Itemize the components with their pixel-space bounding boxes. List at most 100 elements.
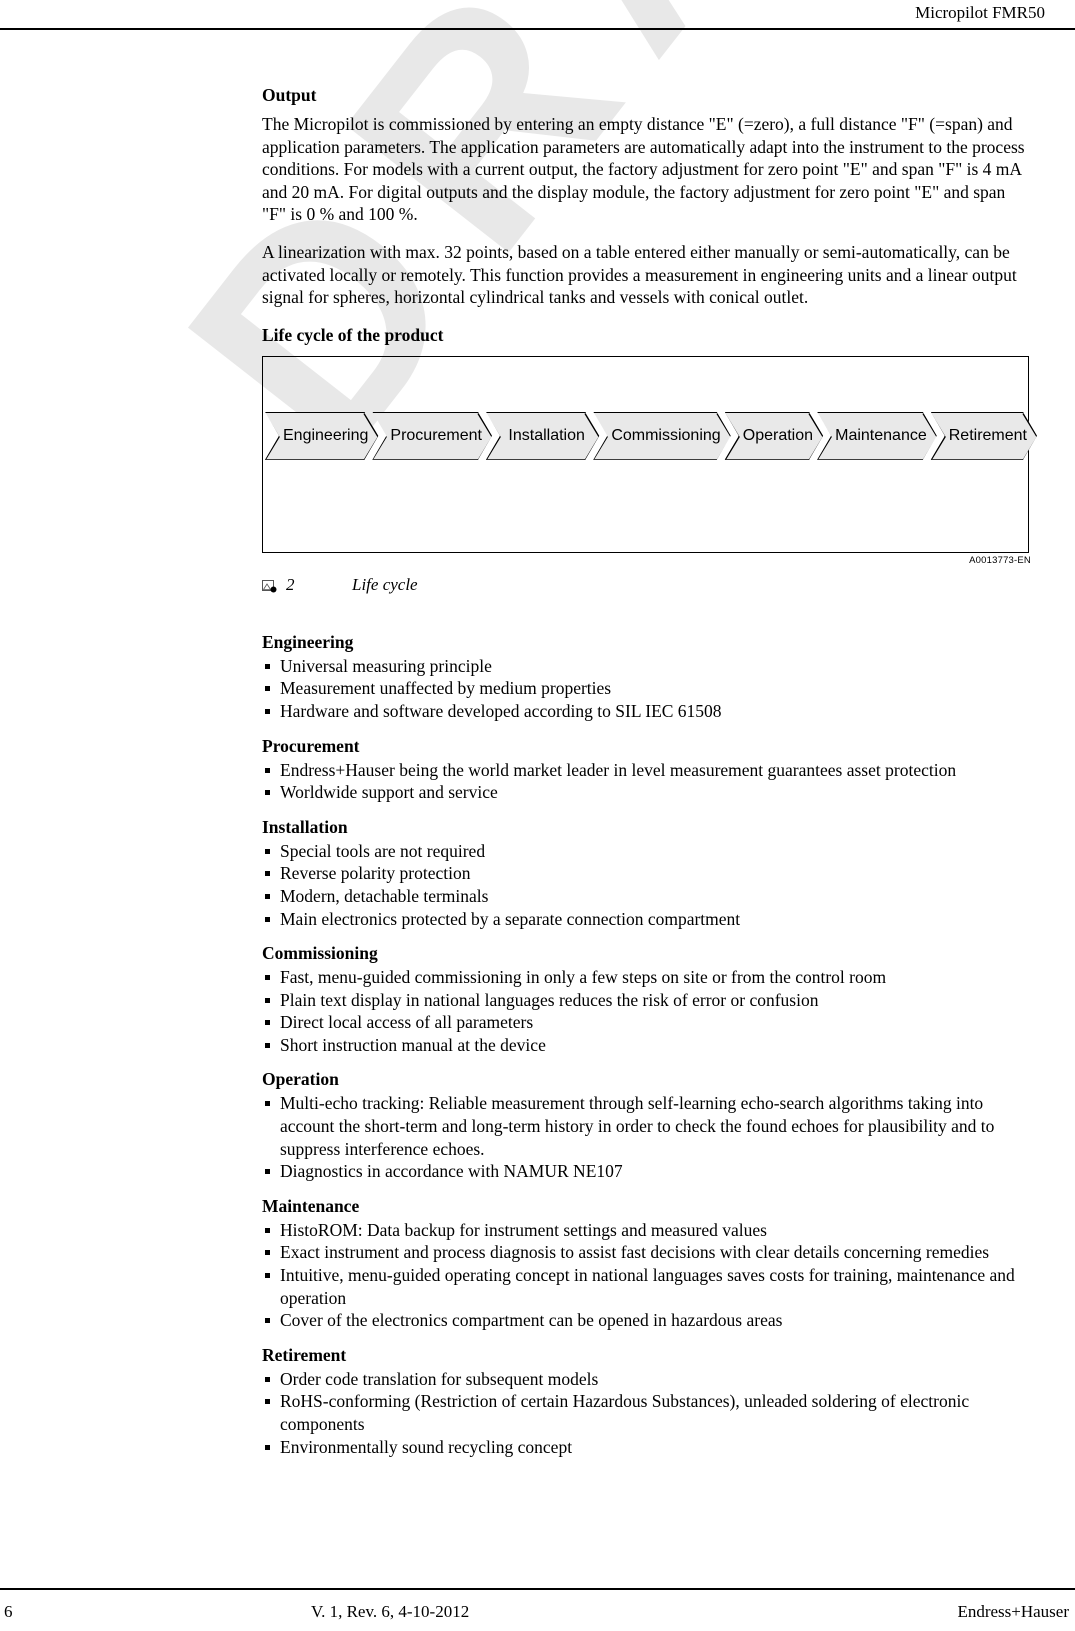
list-item-text: Endress+Hauser being the world market le… bbox=[280, 759, 957, 780]
list-item: Modern, detachable terminals bbox=[262, 885, 1031, 908]
list-item-text: RoHS-conforming (Restriction of certain … bbox=[280, 1391, 970, 1434]
figure-border-box: Engineering Procurement Installation Commis… bbox=[262, 355, 1031, 553]
list-item-text: Fast, menu-guided commissioning in only … bbox=[280, 967, 887, 988]
lifecycle-stage-label: Commissioning bbox=[611, 426, 721, 444]
list-item-text: Environmentally sound recycling concept bbox=[280, 1436, 573, 1457]
list-item: Intuitive, menu-guided operating concept… bbox=[262, 1264, 1031, 1309]
footer-page-number: 6 bbox=[4, 1602, 13, 1621]
section-heading-commissioning: Commissioning bbox=[262, 943, 378, 964]
chevron-right-arrow-icon bbox=[584, 413, 600, 459]
footer-divider bbox=[0, 1588, 1075, 1590]
list-item: Plain text display in national languages… bbox=[262, 989, 1031, 1012]
list-item: HistoROM: Data backup for instrument set… bbox=[262, 1219, 1031, 1242]
lifecycle-stage-label: Procurement bbox=[390, 426, 482, 444]
list-item-text: Universal measuring principle bbox=[280, 655, 492, 676]
header-divider bbox=[0, 28, 1075, 30]
section-list-installation: Special tools are not required Reverse po… bbox=[262, 840, 1031, 930]
list-item-text: Plain text display in national languages… bbox=[280, 989, 819, 1010]
square-bullet-icon bbox=[265, 1250, 270, 1256]
list-item: Cover of the electronics compartment can… bbox=[262, 1309, 1031, 1332]
list-item-text: Exact instrument and process diagnosis t… bbox=[280, 1242, 990, 1263]
lifecycle-stage-engineering: Engineering bbox=[265, 412, 378, 460]
square-bullet-icon bbox=[265, 1444, 270, 1450]
list-item: Fast, menu-guided commissioning in only … bbox=[262, 966, 1031, 989]
square-bullet-icon bbox=[265, 1042, 270, 1048]
list-item: Worldwide support and service bbox=[262, 781, 1031, 804]
list-item-text: Order code translation for subsequent mo… bbox=[280, 1368, 599, 1389]
lifecycle-stage-label: Maintenance bbox=[835, 426, 927, 444]
lifecycle-stage-procurement: Procurement bbox=[372, 412, 492, 460]
output-paragraph-1: The Micropilot is commissioned by enteri… bbox=[262, 114, 1025, 225]
section-list-procurement: Endress+Hauser being the world market le… bbox=[262, 759, 1031, 804]
list-item-text: Hardware and software developed accordin… bbox=[280, 700, 722, 721]
lifecycle-stage-label: Engineering bbox=[283, 426, 369, 444]
section-heading-engineering: Engineering bbox=[262, 631, 354, 652]
output-heading: Output bbox=[262, 85, 317, 105]
list-item-text: Short instruction manual at the device bbox=[280, 1034, 546, 1055]
output-paragraph-2: A linearization with max. 32 points, bas… bbox=[262, 241, 1017, 308]
section-heading-procurement: Procurement bbox=[262, 735, 360, 756]
figure-title: Life cycle bbox=[352, 574, 418, 594]
list-item-text: Diagnostics in accordance with NAMUR NE1… bbox=[280, 1161, 623, 1182]
square-bullet-icon bbox=[265, 1101, 270, 1107]
square-bullet-icon bbox=[265, 997, 270, 1003]
square-bullet-icon bbox=[265, 1169, 270, 1175]
list-item: Main electronics protected by a separate… bbox=[262, 908, 1031, 931]
square-bullet-icon bbox=[265, 790, 270, 796]
footer-company: Endress+Hauser bbox=[957, 1602, 1069, 1621]
section-list-retirement: Order code translation for subsequent mo… bbox=[262, 1368, 1031, 1458]
list-item: Environmentally sound recycling concept bbox=[262, 1436, 1031, 1459]
list-item: Short instruction manual at the device bbox=[262, 1034, 1031, 1057]
lifecycle-stage-installation: Installation bbox=[486, 412, 599, 460]
square-bullet-icon bbox=[265, 1227, 270, 1233]
square-bullet-icon bbox=[265, 767, 270, 773]
footer-version: V. 1, Rev. 6, 4-10-2012 bbox=[311, 1602, 470, 1621]
list-item: RoHS-conforming (Restriction of certain … bbox=[262, 1390, 1031, 1435]
feature-sections: Engineering Universal measuring principle… bbox=[262, 631, 1031, 1458]
list-item: Special tools are not required bbox=[262, 840, 1031, 863]
square-bullet-icon bbox=[265, 975, 270, 981]
list-item: Direct local access of all parameters bbox=[262, 1011, 1031, 1034]
lifecycle-chevron-row: Engineering Procurement Installation Commis… bbox=[265, 412, 1031, 460]
list-item-text: Multi-echo tracking: Reliable measuremen… bbox=[280, 1093, 995, 1159]
lifecycle-stage-commissioning: Commissioning bbox=[593, 412, 730, 460]
list-item: Reverse polarity protection bbox=[262, 862, 1031, 885]
square-bullet-icon bbox=[265, 893, 270, 899]
list-item: Endress+Hauser being the world market le… bbox=[262, 759, 1031, 782]
list-item: Exact instrument and process diagnosis t… bbox=[262, 1241, 1031, 1264]
square-bullet-icon bbox=[265, 686, 270, 692]
lifecycle-stage-retirement: Retirement bbox=[931, 412, 1037, 460]
list-item-text: Reverse polarity protection bbox=[280, 863, 471, 884]
lifecycle-figure: Engineering Procurement Installation Commis… bbox=[262, 355, 1031, 597]
list-item-text: Special tools are not required bbox=[280, 840, 486, 861]
section-list-maintenance: HistoROM: Data backup for instrument set… bbox=[262, 1219, 1031, 1332]
list-item-text: Worldwide support and service bbox=[280, 782, 498, 803]
figure-graphic-id: A0013773-EN bbox=[969, 554, 1031, 566]
document-page: DRAFT Micropilot FMR50 Output The Microp… bbox=[0, 0, 1075, 1631]
figure-number: 2 bbox=[286, 574, 295, 594]
section-list-operation: Multi-echo tracking: Reliable measuremen… bbox=[262, 1092, 1031, 1182]
list-item: Measurement unaffected by medium propert… bbox=[262, 677, 1031, 700]
section-heading-maintenance: Maintenance bbox=[262, 1195, 360, 1216]
figure-caption: 2 Life cycle bbox=[262, 575, 1031, 597]
square-bullet-icon bbox=[265, 1399, 270, 1405]
lifecycle-stage-label: Operation bbox=[742, 426, 814, 444]
lifecycle-stage-label: Retirement bbox=[948, 426, 1027, 444]
list-item-text: HistoROM: Data backup for instrument set… bbox=[280, 1219, 767, 1240]
list-item-text: Intuitive, menu-guided operating concept… bbox=[280, 1265, 1015, 1308]
square-bullet-icon bbox=[265, 708, 270, 714]
list-item-text: Direct local access of all parameters bbox=[280, 1012, 534, 1033]
lifecycle-stage-maintenance: Maintenance bbox=[817, 412, 937, 460]
square-bullet-icon bbox=[265, 916, 270, 922]
section-list-commissioning: Fast, menu-guided commissioning in only … bbox=[262, 966, 1031, 1056]
square-bullet-icon bbox=[265, 848, 270, 854]
list-item: Universal measuring principle bbox=[262, 655, 1031, 678]
section-list-engineering: Universal measuring principle Measurement… bbox=[262, 655, 1031, 723]
lifecycle-stage-operation: Operation bbox=[725, 412, 823, 460]
square-bullet-icon bbox=[265, 1318, 270, 1324]
square-bullet-icon bbox=[265, 871, 270, 877]
square-bullet-icon bbox=[265, 1020, 270, 1026]
figure-reference-icon bbox=[262, 578, 277, 593]
section-heading-retirement: Retirement bbox=[262, 1344, 347, 1365]
header-title: Micropilot FMR50 bbox=[915, 3, 1045, 22]
